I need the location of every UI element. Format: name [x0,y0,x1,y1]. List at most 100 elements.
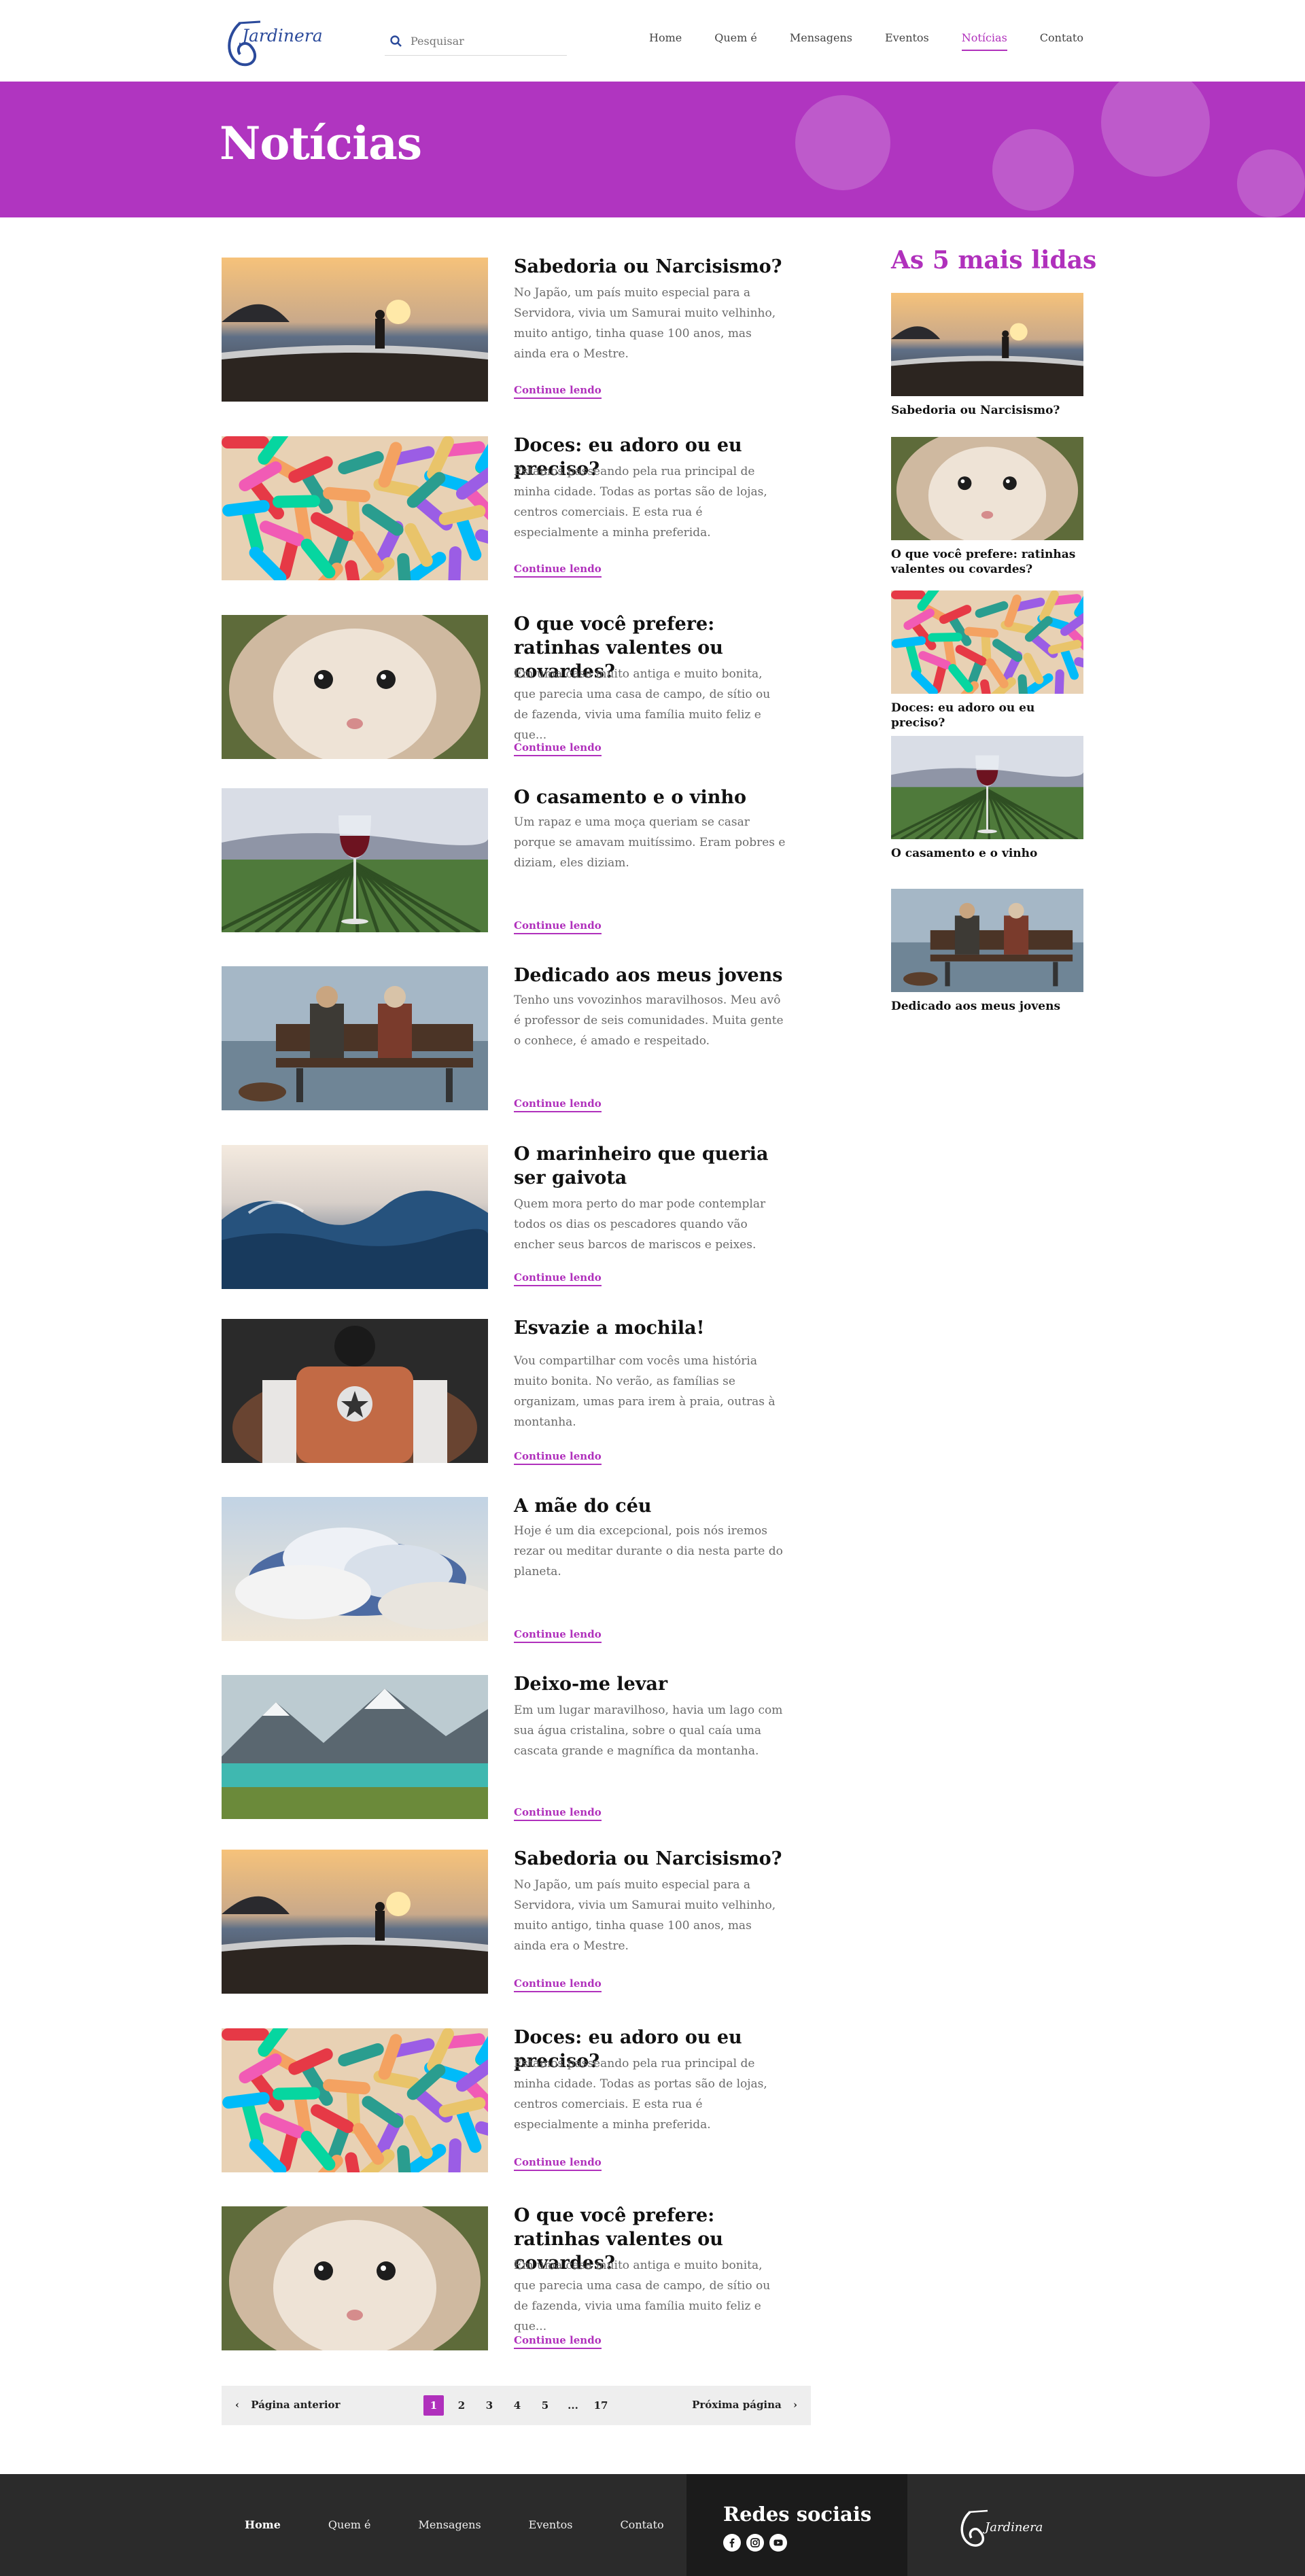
beach-walker-image[interactable] [222,258,488,402]
article-thumbnail[interactable] [222,966,488,1110]
most-read-thumbnail[interactable] [891,293,1083,396]
article-excerpt: Em uma casa muito antiga e muito bonita,… [514,667,771,742]
nav-quem-e[interactable]: Quem é [714,31,757,51]
mountain-lake-image[interactable] [222,1675,488,1819]
search-input[interactable] [411,35,546,48]
article-title[interactable]: Sabedoria ou Narcisismo? [514,255,799,279]
footer-nav: Home Quem é Mensagens Eventos Contato [245,2518,712,2531]
previous-page-label: Página anterior [251,2399,341,2411]
most-read-title[interactable]: Doces: eu adoro ou eu preciso? [891,701,1083,730]
continue-reading-link[interactable]: Continue lendo [514,563,602,578]
continue-reading-link[interactable]: Continue lendo [514,919,602,934]
page-2[interactable]: 2 [451,2395,472,2416]
article-title[interactable]: A mãe do céu [514,1494,799,1518]
nav-home[interactable]: Home [649,31,682,51]
footer-link-mensagens[interactable]: Mensagens [419,2518,481,2531]
gummy-candies-image[interactable] [891,590,1083,694]
article-thumbnail[interactable] [222,258,488,402]
continue-reading-link[interactable]: Continue lendo [514,2334,602,2349]
hero-background-image [795,82,1305,217]
article-thumbnail[interactable] [222,1675,488,1819]
most-read-title[interactable]: Dedicado aos meus jovens [891,999,1083,1014]
next-page-button[interactable]: Próxima página › [692,2399,797,2411]
most-read-thumbnail[interactable] [891,437,1083,540]
article-title[interactable]: Sabedoria ou Narcisismo? [514,1847,799,1871]
most-read-item[interactable]: O casamento e o vinho [891,736,1083,861]
article-thumbnail[interactable] [222,2206,488,2350]
backpack-image[interactable] [222,1319,488,1463]
footer-link-home[interactable]: Home [245,2518,281,2531]
continue-reading-link[interactable]: Continue lendo [514,2156,602,2171]
continue-reading-link[interactable]: Continue lendo [514,1806,602,1821]
gummy-candies-image[interactable] [222,2028,488,2172]
article-thumbnail[interactable] [222,1319,488,1463]
most-read-title[interactable]: Sabedoria ou Narcisismo? [891,403,1083,418]
social-icons [723,2534,787,2552]
page-17[interactable]: 17 [591,2395,611,2416]
nav-mensagens[interactable]: Mensagens [790,31,852,51]
search-icon[interactable] [389,34,404,49]
most-read-item[interactable]: Sabedoria ou Narcisismo? [891,293,1083,418]
most-read-thumbnail[interactable] [891,889,1083,992]
article-title[interactable]: Dedicado aos meus jovens [514,964,799,987]
continue-reading-link[interactable]: Continue lendo [514,1450,602,1465]
instagram-icon[interactable] [746,2534,764,2552]
continue-reading-link[interactable]: Continue lendo [514,1977,602,1992]
wine-vineyard-image[interactable] [891,736,1083,839]
hamster-image[interactable] [222,2206,488,2350]
article-title[interactable]: O marinheiro que queria ser gaivota [514,1142,799,1190]
search-bar[interactable] [385,27,567,56]
continue-reading-link[interactable]: Continue lendo [514,1271,602,1286]
most-read-item[interactable]: Doces: eu adoro ou eu preciso? [891,590,1083,730]
previous-page-button[interactable]: ‹ Página anterior [235,2399,340,2411]
article-thumbnail[interactable] [222,788,488,932]
most-read-title[interactable]: O casamento e o vinho [891,846,1083,861]
continue-reading-link[interactable]: Continue lendo [514,741,602,756]
youtube-icon[interactable] [769,2534,787,2552]
hamster-image[interactable] [222,615,488,759]
most-read-thumbnail[interactable] [891,590,1083,694]
page-3[interactable]: 3 [479,2395,500,2416]
bench-couple-image[interactable] [222,966,488,1110]
most-read-title[interactable]: O que você prefere: ratinhas valentes ou… [891,547,1083,577]
wine-vineyard-image[interactable] [222,788,488,932]
clouds-image[interactable] [222,1497,488,1641]
most-read-thumbnail[interactable] [891,736,1083,839]
most-read-item[interactable]: Dedicado aos meus jovens [891,889,1083,1014]
article-thumbnail[interactable] [222,2028,488,2172]
article-card: O casamento e o vinho Um rapaz e uma moça… [222,786,806,934]
article-excerpt: Um rapaz e uma moça queriam se casar por… [514,815,786,870]
logo-text[interactable]: Jardinera [242,26,323,46]
nav-contato[interactable]: Contato [1040,31,1083,51]
continue-reading-link[interactable]: Continue lendo [514,1097,602,1112]
article-excerpt: Hoje é um dia excepcional, pois nós irem… [514,1524,783,1578]
most-read-item[interactable]: O que você prefere: ratinhas valentes ou… [891,437,1083,577]
page-4[interactable]: 4 [507,2395,527,2416]
article-title[interactable]: O casamento e o vinho [514,786,799,809]
footer-link-quem-e[interactable]: Quem é [328,2518,371,2531]
article-thumbnail[interactable] [222,615,488,759]
article-thumbnail[interactable] [222,1145,488,1289]
article-thumbnail[interactable] [222,1497,488,1641]
page-1[interactable]: 1 [423,2395,444,2416]
nav-eventos[interactable]: Eventos [885,31,929,51]
ocean-waves-image[interactable] [222,1145,488,1289]
continue-reading-link[interactable]: Continue lendo [514,384,602,399]
hamster-image[interactable] [891,437,1083,540]
article-thumbnail[interactable] [222,1850,488,1994]
article-title[interactable]: Esvazie a mochila! [514,1316,799,1340]
article-title[interactable]: Deixo-me levar [514,1672,799,1696]
bench-couple-image[interactable] [891,889,1083,992]
page-5[interactable]: 5 [535,2395,555,2416]
article-thumbnail[interactable] [222,436,488,580]
footer-link-eventos[interactable]: Eventos [529,2518,573,2531]
continue-reading-link[interactable]: Continue lendo [514,1628,602,1643]
beach-walker-image[interactable] [891,293,1083,396]
article-excerpt: Estamos passeando pela rua principal de … [514,2057,767,2132]
nav-noticias[interactable]: Notícias [961,31,1007,51]
facebook-icon[interactable] [723,2534,741,2552]
beach-walker-image[interactable] [222,1850,488,1994]
gummy-candies-image[interactable] [222,436,488,580]
footer-link-contato[interactable]: Contato [620,2518,663,2531]
footer-logo-icon[interactable]: Jardinera [955,2504,1050,2552]
